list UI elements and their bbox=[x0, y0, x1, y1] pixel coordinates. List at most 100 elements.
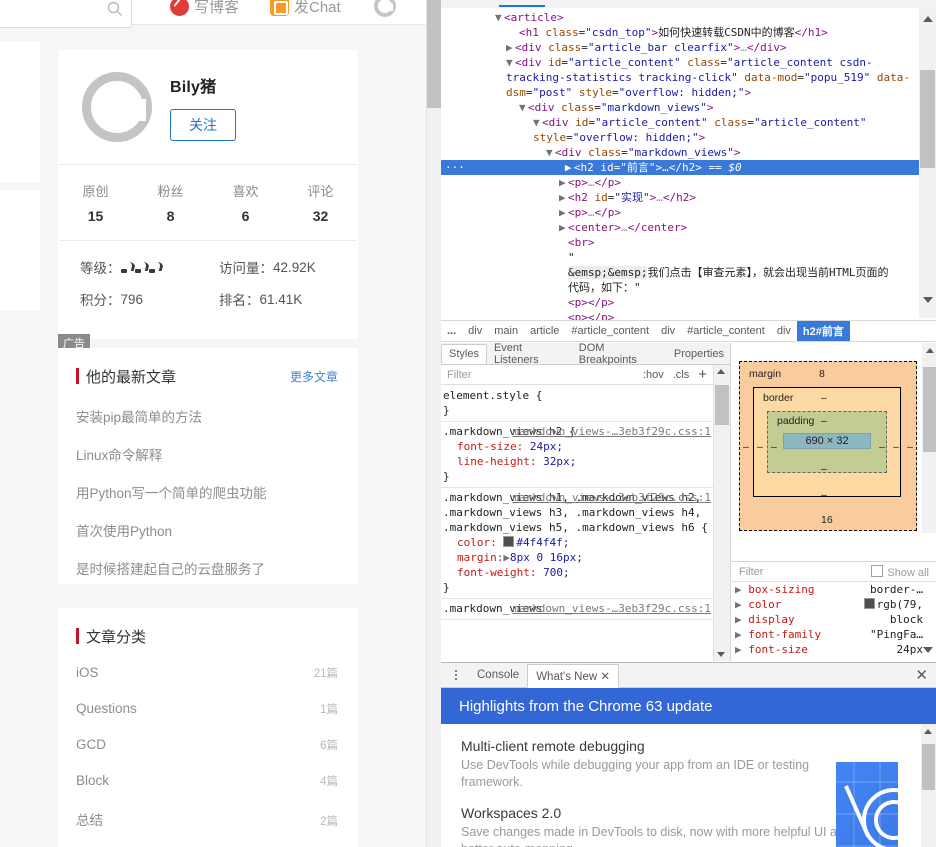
dom-line-selected[interactable]: ···▶<h2 id="前言">…</h2> == $0 bbox=[441, 160, 919, 175]
tab-elements[interactable]: Elements bbox=[499, 0, 545, 7]
dom-line[interactable]: ▶<h2 id="实现">…</h2> bbox=[441, 190, 919, 205]
metrics-scrollbar[interactable] bbox=[922, 343, 936, 533]
css-value[interactable]: #4f4f4f; bbox=[516, 536, 569, 549]
computed-row[interactable]: ▶ font-family"PingFa… bbox=[731, 627, 936, 642]
box-model-border-bottom[interactable]: – bbox=[821, 489, 827, 501]
scroll-down-arrow-icon[interactable] bbox=[923, 647, 933, 653]
box-model-margin-right[interactable]: – bbox=[907, 441, 913, 453]
css-source-link[interactable]: markdown_views-…3eb3f29c.css:1 bbox=[512, 601, 711, 616]
css-rule[interactable]: markdown_views-…3eb3f29c.css:1 .markdown… bbox=[441, 599, 713, 620]
list-item[interactable]: 安装pip最简单的方法 bbox=[76, 397, 340, 435]
whats-new-scrollbar-thumb[interactable] bbox=[922, 744, 935, 790]
css-declaration[interactable]: font-size: 24px; bbox=[443, 439, 713, 454]
dom-line[interactable]: ▼<div class="markdown_views"> bbox=[441, 145, 919, 160]
follow-button[interactable]: 关注 bbox=[170, 109, 236, 141]
css-rule[interactable]: markdown_views-…3eb3f29c.css:1 .markdown… bbox=[441, 488, 713, 599]
more-articles-link[interactable]: 更多文章 bbox=[290, 368, 338, 385]
scroll-up-arrow-icon[interactable] bbox=[924, 729, 932, 734]
css-value[interactable]: 24px; bbox=[530, 440, 563, 453]
expand-arrow-icon[interactable]: ▶ bbox=[735, 613, 742, 626]
box-model-border-left[interactable]: – bbox=[757, 441, 763, 453]
tab-console[interactable]: Console bbox=[565, 0, 605, 3]
close-tab-icon[interactable]: ✕ bbox=[600, 671, 610, 683]
box-model-content[interactable]: 690 × 32 bbox=[783, 433, 871, 449]
dom-line[interactable]: ▶<p>…</p> bbox=[441, 205, 919, 220]
expand-categories-button[interactable]: 展开⌄ bbox=[58, 839, 358, 847]
breadcrumb-item-active[interactable]: h2#前言 bbox=[797, 321, 850, 341]
new-style-rule-button[interactable]: + bbox=[698, 366, 707, 383]
dom-scrollbar-thumb[interactable] bbox=[920, 70, 935, 168]
breadcrumb-item[interactable]: div bbox=[655, 323, 681, 339]
checkbox-icon[interactable] bbox=[871, 565, 883, 577]
tab-styles[interactable]: Styles bbox=[441, 344, 487, 364]
css-declaration[interactable]: line-height: 32px; bbox=[443, 454, 713, 469]
breadcrumb-item[interactable]: #article_content bbox=[681, 323, 771, 339]
dom-line[interactable]: <br> bbox=[441, 235, 919, 250]
page-scrollbar[interactable] bbox=[426, 0, 441, 847]
box-model-diagram[interactable]: 690 × 32 margin 8 16 – – border – – – – … bbox=[739, 361, 917, 531]
box-model-padding-right[interactable]: – bbox=[879, 441, 885, 453]
expand-shorthand-icon[interactable]: ▶ bbox=[503, 551, 510, 564]
expand-arrow-icon[interactable]: ▶ bbox=[735, 583, 742, 596]
styles-filter-input[interactable]: Filter bbox=[447, 369, 471, 381]
css-value[interactable]: 8px 0 16px; bbox=[510, 551, 583, 564]
breadcrumb-item[interactable]: article bbox=[524, 323, 565, 339]
hov-toggle[interactable]: :hov bbox=[643, 369, 664, 381]
computed-row[interactable]: ▶ font-size24px bbox=[731, 642, 936, 657]
stat-item[interactable]: 原创 15 bbox=[58, 181, 133, 224]
css-declaration[interactable]: font-weight: 700; bbox=[443, 565, 713, 580]
show-all-toggle[interactable]: Show all bbox=[871, 565, 929, 579]
expand-arrow-icon[interactable]: ▶ bbox=[735, 598, 742, 611]
drawer-tab-console[interactable]: Console bbox=[469, 665, 527, 685]
computed-row[interactable]: ▶ colorrgb(79, bbox=[731, 597, 936, 612]
dom-line[interactable]: ▼<div id="article_content" class="articl… bbox=[441, 115, 919, 145]
tab-dom-breakpoints[interactable]: DOM Breakpoints bbox=[572, 339, 667, 369]
elements-dom-tree[interactable]: ▼<article> <h1 class="csdn_top">如何快速转载CS… bbox=[441, 8, 919, 320]
list-item[interactable]: 是时候搭建起自己的云盘服务了 bbox=[76, 549, 340, 587]
breadcrumb-item[interactable]: main bbox=[488, 323, 524, 339]
css-rule[interactable]: markdown_views-…3eb3f29c.css:1 .markdown… bbox=[441, 422, 713, 488]
dom-scrollbar[interactable] bbox=[919, 8, 936, 318]
search-input[interactable] bbox=[0, 0, 132, 28]
computed-properties-list[interactable]: ▶ box-sizingborder-… ▶ colorrgb(79, ▶ di… bbox=[731, 582, 936, 661]
computed-filter-input[interactable]: Filter bbox=[739, 566, 763, 578]
box-model-margin-bottom[interactable]: 16 bbox=[821, 514, 833, 526]
list-item[interactable]: GCD 6篇 bbox=[58, 727, 358, 763]
breadcrumb-item[interactable]: div bbox=[462, 323, 488, 339]
send-chat-button[interactable]: 发Chat bbox=[270, 0, 341, 17]
box-model-border-right[interactable]: – bbox=[893, 441, 899, 453]
breadcrumb-item[interactable]: div bbox=[771, 323, 797, 339]
breadcrumb-item[interactable]: #article_content bbox=[565, 323, 655, 339]
box-model-margin-left[interactable]: – bbox=[743, 441, 749, 453]
list-item[interactable]: Linux命令解释 bbox=[76, 435, 340, 473]
dom-line[interactable]: ▼<div id="article_content" class="articl… bbox=[441, 55, 919, 100]
cls-toggle[interactable]: .cls bbox=[673, 369, 690, 381]
color-swatch-icon[interactable] bbox=[503, 536, 514, 547]
computed-row[interactable]: ▶ box-sizingborder-… bbox=[731, 582, 936, 597]
expand-arrow-icon[interactable]: ▶ bbox=[735, 643, 742, 656]
css-value[interactable]: 32px; bbox=[543, 455, 576, 468]
close-drawer-icon[interactable]: ✕ bbox=[915, 666, 928, 684]
styles-scrollbar-thumb[interactable] bbox=[715, 385, 729, 425]
dom-line[interactable]: <p></p> bbox=[441, 295, 919, 310]
expand-arrow-icon[interactable]: ▶ bbox=[735, 628, 742, 641]
csdn-logo-icon[interactable] bbox=[374, 0, 396, 17]
list-item[interactable]: 总结 2篇 bbox=[58, 799, 358, 839]
stat-item[interactable]: 粉丝 8 bbox=[133, 181, 208, 224]
css-source-link[interactable]: markdown_views-…3eb3f29c.css:1 bbox=[512, 490, 711, 505]
list-item[interactable]: 用Python写一个简单的爬虫功能 bbox=[76, 473, 340, 511]
css-declaration[interactable]: color: #4f4f4f; bbox=[443, 535, 713, 550]
css-value[interactable]: 700; bbox=[543, 566, 570, 579]
drawer-tab-whats-new[interactable]: What's New ✕ bbox=[527, 664, 619, 688]
page-scrollbar-thumb[interactable] bbox=[427, 0, 441, 108]
dom-line[interactable]: <h1 class="csdn_top">如何快速转载CSDN中的博客</h1> bbox=[441, 25, 919, 40]
scroll-down-arrow-icon[interactable] bbox=[717, 652, 725, 657]
computed-row[interactable]: ▶ displayblock bbox=[731, 612, 936, 627]
box-model-margin-top[interactable]: 8 bbox=[819, 368, 825, 380]
tab-sources[interactable]: Sources bbox=[627, 0, 667, 3]
avatar[interactable] bbox=[82, 72, 152, 142]
dom-line[interactable]: ▶<p>…</p> bbox=[441, 175, 919, 190]
list-item[interactable]: Block 4篇 bbox=[58, 763, 358, 799]
scroll-up-arrow-icon[interactable] bbox=[923, 16, 933, 22]
dom-line[interactable]: ▼<article> bbox=[441, 10, 919, 25]
